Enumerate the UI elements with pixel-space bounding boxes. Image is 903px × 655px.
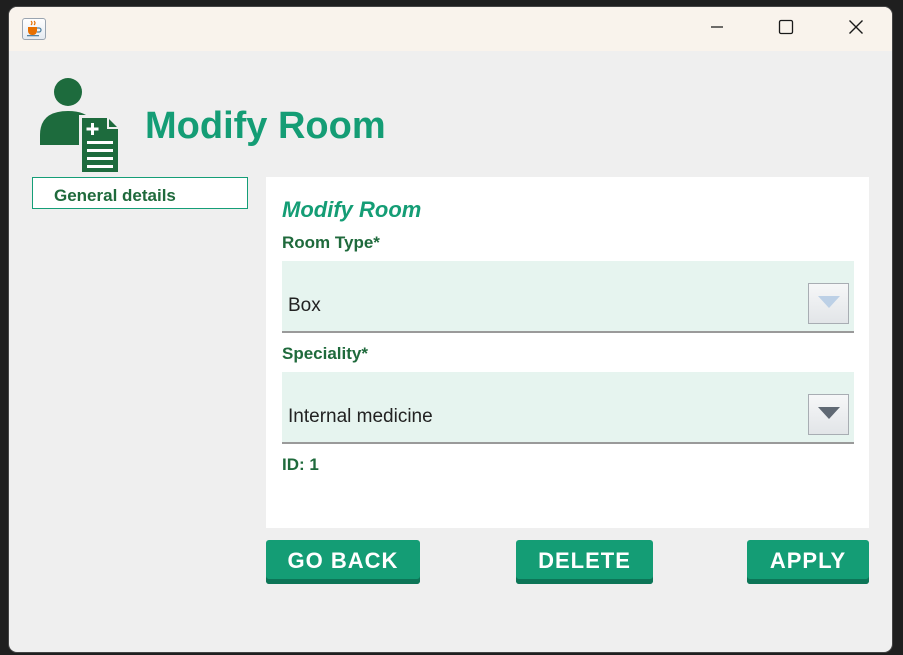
form-panel: Modify Room Room Type* Box Speciality* I… [266, 177, 869, 528]
maximize-button[interactable] [756, 7, 816, 51]
title-bar[interactable] [9, 7, 892, 51]
close-icon [848, 19, 864, 40]
room-type-label: Room Type* [282, 233, 380, 252]
room-type-select[interactable]: Box [282, 261, 854, 333]
app-window: Modify Room General details Modify Room … [9, 7, 892, 652]
chevron-down-icon [817, 406, 840, 424]
close-button[interactable] [826, 7, 886, 51]
minimize-icon [710, 20, 724, 39]
java-coffee-icon[interactable] [22, 18, 46, 40]
speciality-label: Speciality* [282, 344, 368, 363]
patient-record-icon [40, 77, 124, 175]
minimize-button[interactable] [687, 7, 747, 51]
room-id-text: ID: 1 [282, 455, 319, 474]
room-type-value: Box [288, 295, 321, 316]
tab-general-details[interactable]: General details [32, 177, 248, 209]
chevron-down-icon [817, 295, 840, 313]
page-title: Modify Room [145, 105, 386, 147]
room-type-dropdown-button[interactable] [808, 283, 849, 324]
tab-general-details-label: General details [54, 186, 176, 205]
maximize-icon [778, 19, 794, 40]
delete-button[interactable]: DELETE [516, 540, 653, 584]
speciality-select[interactable]: Internal medicine [282, 372, 854, 444]
apply-button[interactable]: APPLY [747, 540, 869, 584]
speciality-value: Internal medicine [288, 406, 433, 427]
form-title: Modify Room [282, 197, 422, 222]
go-back-button[interactable]: GO BACK [266, 540, 420, 584]
speciality-dropdown-button[interactable] [808, 394, 849, 435]
